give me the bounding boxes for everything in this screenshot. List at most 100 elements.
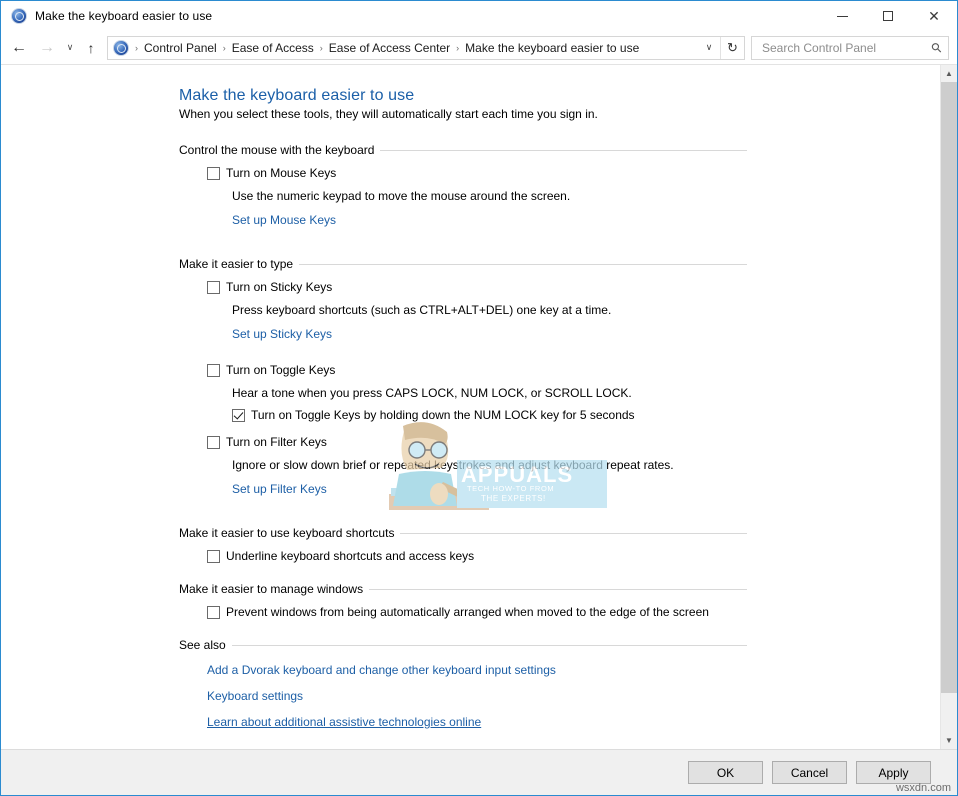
checkbox-toggle-keys-numlock-hold[interactable] (232, 409, 245, 422)
breadcrumb-ease-of-access-center[interactable]: Ease of Access Center (325, 41, 454, 55)
checkbox-label: Underline keyboard shortcuts and access … (226, 549, 475, 563)
source-watermark: wsxdn.com (895, 782, 951, 794)
section-keyboard-shortcuts: Make it easier to use keyboard shortcuts… (179, 526, 940, 564)
description-filter-keys: Ignore or slow down brief or repeated ke… (232, 458, 674, 472)
section-heading-label: Make it easier to use keyboard shortcuts (179, 526, 395, 540)
close-icon: ✕ (928, 8, 940, 24)
checkbox-row-mouse-keys[interactable]: Turn on Mouse Keys (207, 166, 940, 181)
search-input[interactable] (760, 39, 933, 56)
section-divider (231, 644, 747, 646)
section-divider (369, 588, 747, 590)
section-heading: Make it easier to manage windows (179, 582, 747, 596)
ok-button[interactable]: OK (688, 761, 763, 784)
checkbox-turn-on-toggle-keys[interactable] (207, 364, 220, 377)
checkbox-row-underline-shortcuts[interactable]: Underline keyboard shortcuts and access … (207, 549, 940, 564)
link-row: Keyboard settings (179, 687, 940, 705)
description-toggle-keys: Hear a tone when you press CAPS LOCK, NU… (232, 386, 632, 400)
section-heading: Make it easier to type (179, 257, 747, 271)
up-button[interactable]: ↑ (79, 35, 103, 61)
section-heading-label: See also (179, 638, 226, 652)
checkbox-row-toggle-keys[interactable]: Turn on Toggle Keys (207, 363, 940, 378)
scroll-down-button[interactable]: ▼ (941, 732, 957, 749)
cancel-button[interactable]: Cancel (772, 761, 847, 784)
breadcrumb-current-page[interactable]: Make the keyboard easier to use (461, 41, 643, 55)
breadcrumb-separator: › (222, 42, 226, 53)
maximize-icon (883, 11, 893, 21)
dialog-footer: OK Cancel Apply wsxdn.com (1, 749, 957, 795)
control-panel-window: Make the keyboard easier to use ✕ ← → ∨ … (0, 0, 958, 796)
chevron-down-icon[interactable]: ∨ (698, 37, 720, 59)
section-heading: Make it easier to use keyboard shortcuts (179, 526, 747, 540)
link-keyboard-settings[interactable]: Keyboard settings (207, 689, 303, 703)
window-controls: ✕ (819, 1, 957, 31)
description-sticky-keys: Press keyboard shortcuts (such as CTRL+A… (232, 303, 612, 317)
maximize-button[interactable] (865, 1, 911, 31)
apply-button[interactable]: Apply (856, 761, 931, 784)
address-bar[interactable]: › Control Panel › Ease of Access › Ease … (107, 35, 745, 60)
link-set-up-mouse-keys[interactable]: Set up Mouse Keys (232, 213, 336, 227)
checkbox-label: Prevent windows from being automatically… (226, 605, 709, 619)
breadcrumb-separator: › (319, 42, 323, 53)
checkbox-row-toggle-keys-numlock[interactable]: Turn on Toggle Keys by holding down the … (232, 408, 940, 423)
section-divider (299, 263, 747, 265)
link-learn-assistive-technologies[interactable]: Learn about additional assistive technol… (207, 715, 481, 729)
minimize-button[interactable] (819, 1, 865, 31)
forward-button[interactable]: → (33, 35, 61, 61)
back-button[interactable]: ← (5, 35, 33, 61)
checkbox-label: Turn on Mouse Keys (226, 166, 337, 180)
link-set-up-sticky-keys[interactable]: Set up Sticky Keys (232, 327, 332, 341)
link-add-dvorak-keyboard[interactable]: Add a Dvorak keyboard and change other k… (207, 663, 556, 677)
checkbox-row-prevent-window-arrange[interactable]: Prevent windows from being automatically… (207, 605, 940, 620)
section-make-it-easier-to-type: Make it easier to type Turn on Sticky Ke… (179, 257, 940, 498)
refresh-icon[interactable]: ↻ (720, 36, 744, 59)
page-subtitle: When you select these tools, they will a… (179, 107, 598, 121)
search-box[interactable]: ⚲ (751, 35, 949, 60)
scroll-up-button[interactable]: ▲ (941, 65, 957, 82)
checkbox-label: Turn on Filter Keys (226, 435, 327, 449)
section-divider (400, 532, 747, 534)
link-row-mouse-keys: Set up Mouse Keys (179, 211, 940, 229)
scrollbar-thumb[interactable] (941, 82, 957, 693)
checkbox-label: Turn on Sticky Keys (226, 280, 333, 294)
scrollbar-track[interactable] (941, 82, 957, 732)
minimize-icon (836, 15, 848, 17)
checkbox-row-filter-keys[interactable]: Turn on Filter Keys (207, 435, 940, 450)
breadcrumb-control-panel[interactable]: Control Panel (140, 41, 221, 55)
link-row-sticky-keys: Set up Sticky Keys (179, 325, 940, 343)
checkbox-label: Turn on Toggle Keys by holding down the … (251, 408, 635, 422)
breadcrumb-ease-of-access[interactable]: Ease of Access (228, 41, 318, 55)
checkbox-prevent-windows-arranged[interactable] (207, 606, 220, 619)
breadcrumb-separator: › (135, 42, 138, 53)
page-title: Make the keyboard easier to use (179, 87, 415, 104)
checkbox-turn-on-mouse-keys[interactable] (207, 167, 220, 180)
vertical-scrollbar[interactable]: ▲ ▼ (940, 65, 957, 749)
link-row: Add a Dvorak keyboard and change other k… (179, 661, 940, 679)
breadcrumb-separator: › (456, 42, 460, 53)
checkbox-row-sticky-keys[interactable]: Turn on Sticky Keys (207, 280, 940, 295)
link-row-filter-keys: Set up Filter Keys (179, 480, 940, 498)
window-title: Make the keyboard easier to use (35, 9, 213, 23)
section-manage-windows: Make it easier to manage windows Prevent… (179, 582, 940, 620)
link-set-up-filter-keys[interactable]: Set up Filter Keys (232, 482, 327, 496)
recent-locations-button[interactable]: ∨ (61, 35, 79, 61)
description-mouse-keys: Use the numeric keypad to move the mouse… (232, 189, 571, 203)
checkbox-turn-on-filter-keys[interactable] (207, 436, 220, 449)
checkbox-turn-on-sticky-keys[interactable] (207, 281, 220, 294)
settings-pane: Make the keyboard easier to use When you… (1, 65, 940, 749)
navigation-bar: ← → ∨ ↑ › Control Panel › Ease of Access… (1, 31, 957, 64)
section-heading-label: Make it easier to manage windows (179, 582, 364, 596)
section-see-also: See also Add a Dvorak keyboard and chang… (179, 638, 940, 731)
content-area: Make the keyboard easier to use When you… (1, 64, 957, 749)
checkbox-underline-keyboard-shortcuts[interactable] (207, 550, 220, 563)
control-panel-icon (11, 8, 27, 24)
section-heading: See also (179, 638, 747, 652)
section-divider (380, 149, 747, 151)
title-bar: Make the keyboard easier to use ✕ (1, 1, 957, 31)
close-button[interactable]: ✕ (911, 1, 957, 31)
